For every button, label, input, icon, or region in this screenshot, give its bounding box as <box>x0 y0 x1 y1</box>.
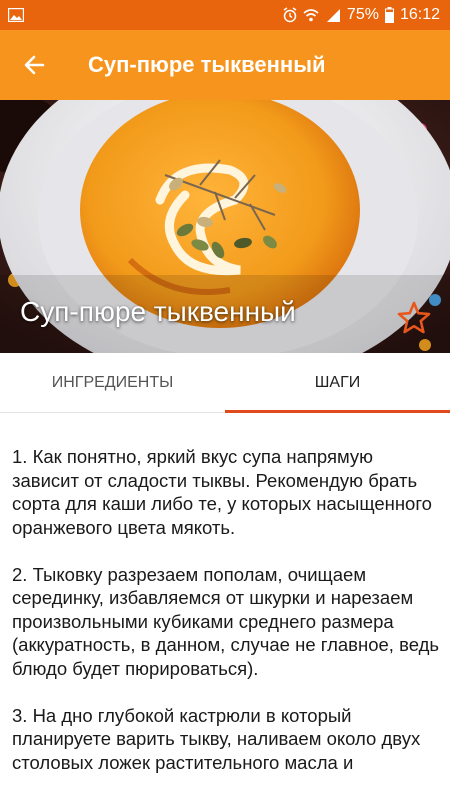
arrow-left-icon <box>24 55 45 75</box>
app-bar: Суп-пюре тыквенный <box>0 30 450 100</box>
status-right: 75% 16:12 <box>283 6 440 24</box>
step-text: 3. На дно глубокой кастрюли в который пл… <box>12 704 421 773</box>
hero-title: Суп-пюре тыквенный <box>20 296 296 327</box>
favorite-button[interactable] <box>396 300 432 336</box>
image-icon <box>8 8 24 22</box>
step-text: 2. Тыковку разрезаем пополам, очищаем се… <box>12 563 440 679</box>
alarm-icon <box>283 7 297 23</box>
status-bar: 75% 16:12 <box>0 0 450 30</box>
page-title: Суп-пюре тыквенный <box>88 52 326 77</box>
wifi-icon <box>303 9 319 22</box>
star-outline-icon <box>397 301 431 334</box>
step-text: 1. Как понятно, яркий вкус супа напрямую… <box>12 446 432 538</box>
hero-image: Суп-пюре тыквенный <box>0 100 450 353</box>
battery-icon <box>384 7 394 23</box>
status-time: 16:12 <box>399 6 440 23</box>
back-button[interactable] <box>0 30 70 100</box>
status-left <box>8 8 24 22</box>
tab-ingredients[interactable]: ИНГРЕДИЕНТЫ <box>0 353 225 412</box>
battery-percent: 75% <box>346 6 379 23</box>
signal-icon <box>326 9 340 22</box>
tab-bar: ИНГРЕДИЕНТЫ ШАГИ <box>0 353 450 413</box>
tab-steps[interactable]: ШАГИ <box>225 353 450 413</box>
steps-content: 1. Как понятно, яркий вкус супа напрямую… <box>0 413 450 800</box>
